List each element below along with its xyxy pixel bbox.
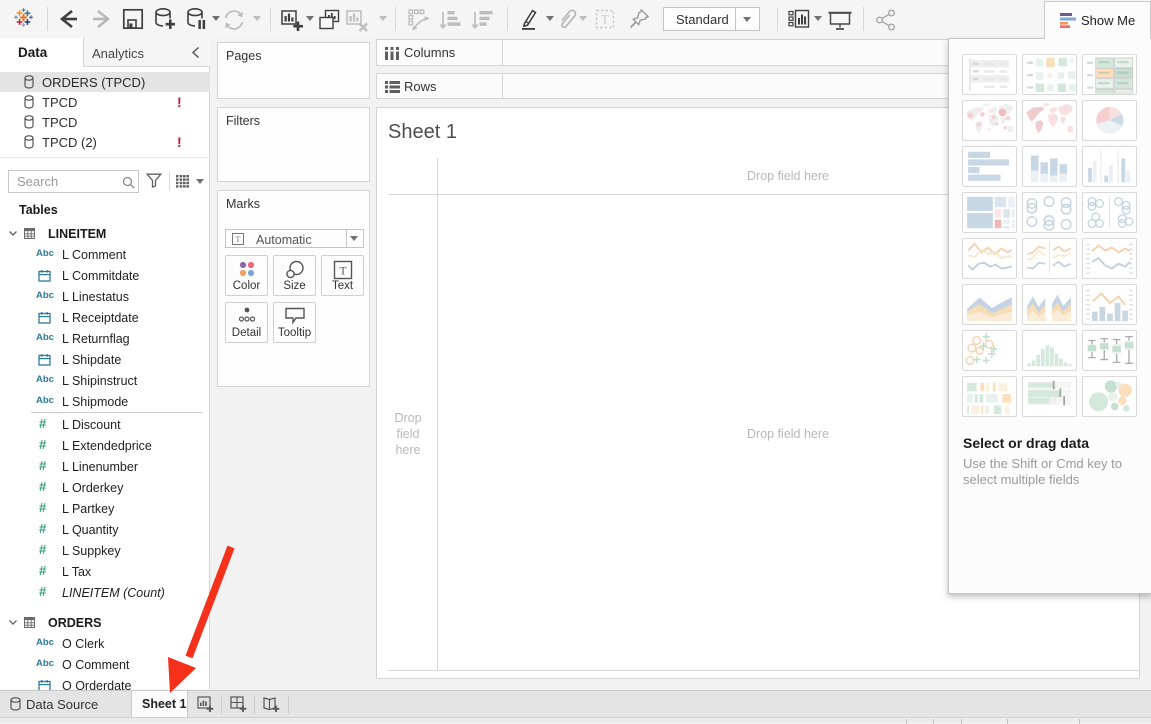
- svg-text:T: T: [601, 13, 609, 27]
- svg-text:T: T: [236, 235, 241, 244]
- svg-text:T: T: [339, 266, 346, 278]
